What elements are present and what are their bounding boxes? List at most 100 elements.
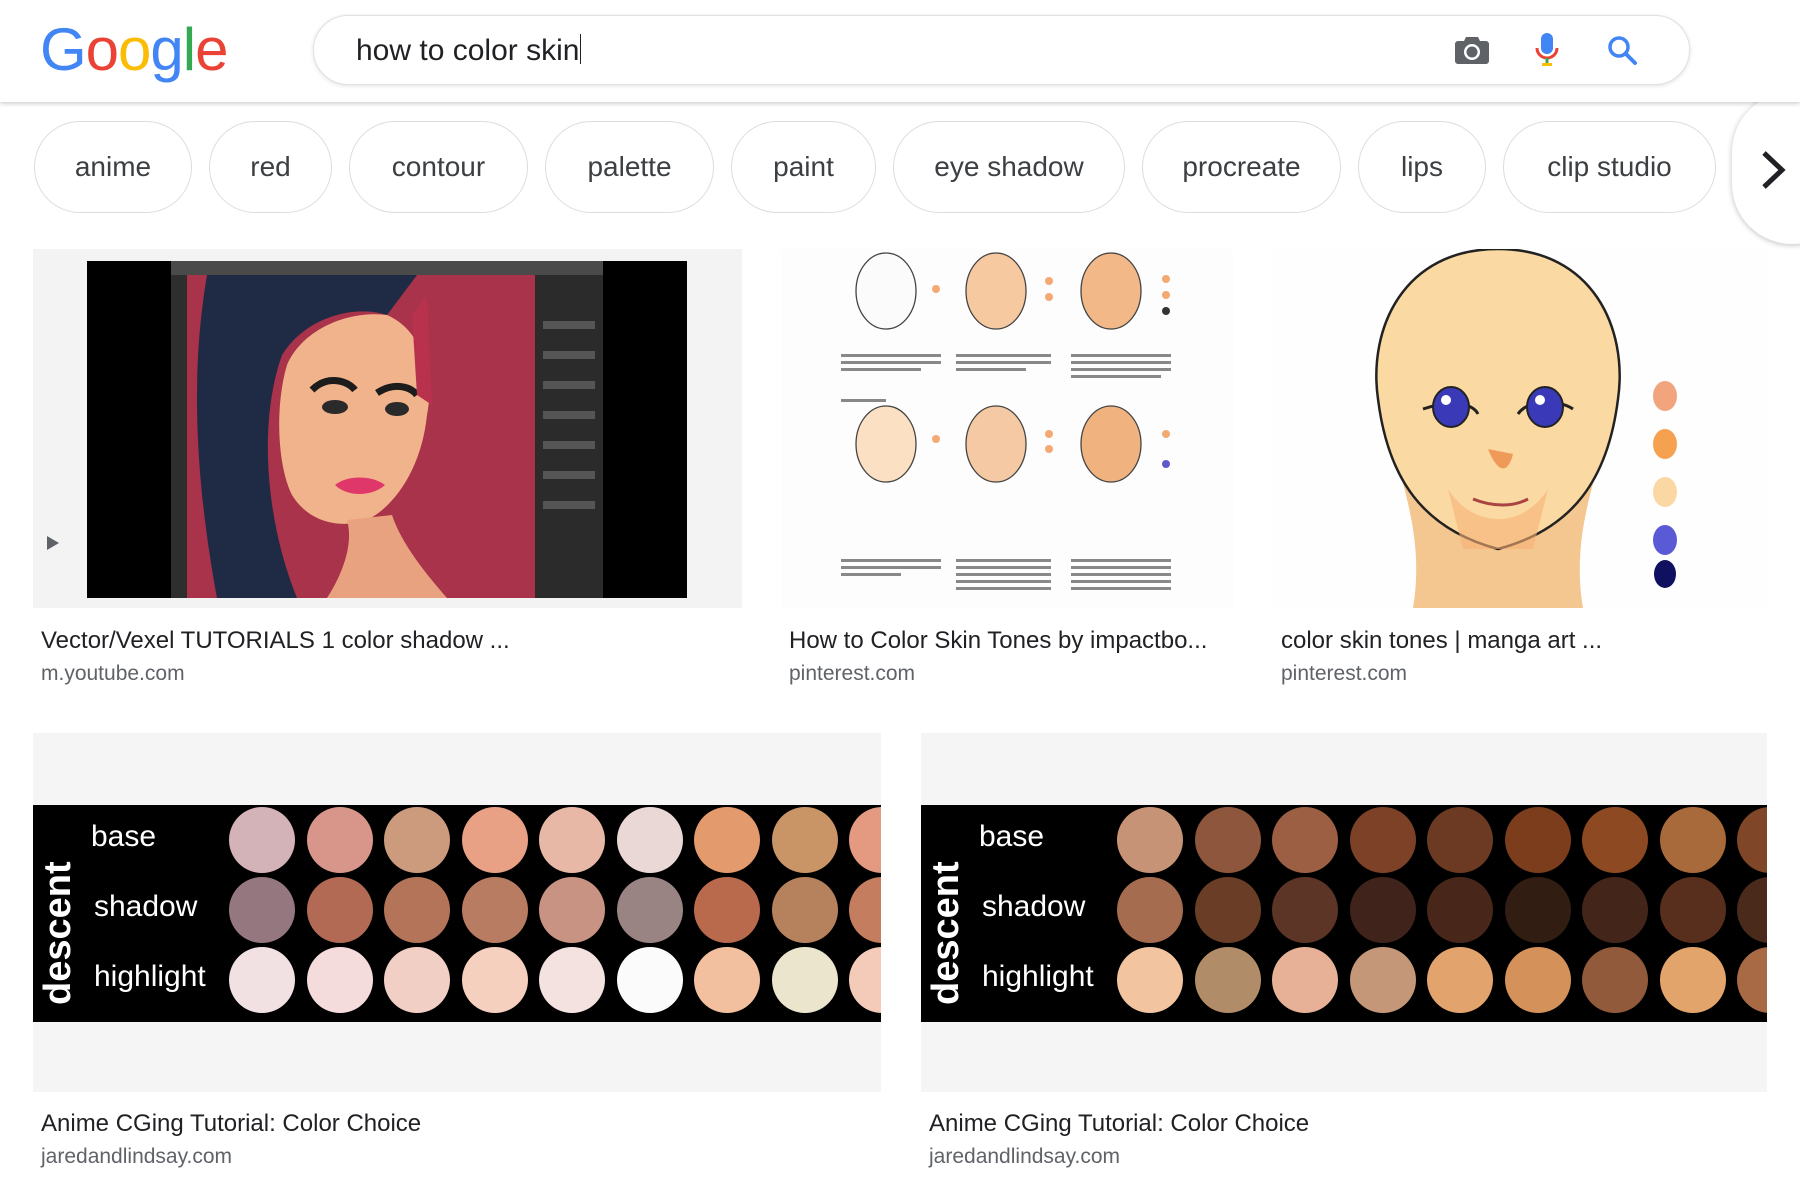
color-swatch [1117, 807, 1183, 873]
color-swatch [1737, 877, 1767, 943]
color-swatch [461, 807, 528, 873]
editor-toolbar [171, 275, 187, 598]
color-swatch [1194, 877, 1261, 943]
chip-label: lips [1400, 151, 1443, 182]
color-swatch [616, 947, 683, 1013]
color-swatch [1194, 947, 1261, 1013]
color-swatch [1427, 877, 1493, 943]
layer-row [543, 321, 595, 329]
color-swatch [384, 947, 450, 1013]
result-source-5[interactable]: jaredandlindsay.com [929, 1145, 1120, 1169]
color-swatch [1737, 807, 1767, 873]
result-title-5[interactable]: Anime CGing Tutorial: Color Choice [929, 1110, 1309, 1138]
color-swatch [1117, 947, 1183, 1013]
layer-row [543, 411, 595, 419]
logo-letter: o [85, 16, 119, 83]
color-swatch [1349, 947, 1416, 1013]
color-swatch [539, 807, 605, 873]
color-swatch [306, 947, 373, 1013]
color-swatch [849, 807, 881, 873]
result-source-2[interactable]: pinterest.com [789, 662, 915, 686]
color-swatch [694, 807, 760, 873]
chip-red[interactable]: red [209, 121, 332, 213]
related-search-chips: anime red contour palette paint eye shad… [0, 120, 1800, 220]
result-thumbnail-5[interactable]: descent base shadow highlight [921, 733, 1767, 1092]
color-swatch [1504, 877, 1571, 943]
text-caret [580, 34, 582, 64]
color-swatch [461, 947, 528, 1013]
color-swatch [1659, 807, 1726, 873]
video-frame [87, 261, 687, 598]
result-thumbnail-4[interactable]: descent base shadow highlight [33, 733, 881, 1092]
color-swatch [694, 947, 760, 1013]
chevron-right-icon [1762, 151, 1786, 189]
chip-label: clip studio [1547, 151, 1672, 182]
logo-letter: g [150, 16, 183, 83]
color-swatch [306, 807, 373, 873]
chip-label: eye shadow [934, 151, 1084, 182]
color-swatch [1272, 947, 1338, 1013]
result-title-2[interactable]: How to Color Skin Tones by impactbo... [789, 627, 1207, 655]
layer-row [543, 501, 595, 509]
chip-contour[interactable]: contour [349, 121, 528, 213]
result-source-4[interactable]: jaredandlindsay.com [41, 1145, 232, 1169]
result-title-4[interactable]: Anime CGing Tutorial: Color Choice [41, 1110, 421, 1138]
color-swatch [616, 807, 683, 873]
color-swatch [1272, 877, 1338, 943]
tutorial-sheet-image [781, 249, 1233, 608]
color-swatch [1582, 877, 1648, 943]
search-input[interactable]: how to color skin [356, 34, 582, 68]
camera-icon[interactable] [1452, 30, 1492, 70]
chip-label: contour [391, 151, 486, 182]
color-swatch [539, 947, 605, 1013]
result-thumbnail-2[interactable] [781, 249, 1233, 608]
microphone-icon[interactable] [1527, 30, 1567, 70]
chip-lips[interactable]: lips [1358, 121, 1486, 213]
layer-row [543, 471, 595, 479]
result-thumbnail-3[interactable] [1273, 249, 1767, 608]
search-icon[interactable] [1602, 30, 1642, 70]
color-swatch [849, 947, 881, 1013]
color-swatch [1427, 807, 1493, 873]
chip-paint[interactable]: paint [731, 121, 876, 213]
result-thumbnail-1[interactable] [33, 249, 742, 608]
chip-label: anime [74, 151, 152, 182]
chip-clip-studio[interactable]: clip studio [1503, 121, 1716, 213]
chip-anime[interactable]: anime [34, 121, 192, 213]
color-swatch [1504, 947, 1571, 1013]
palette-row-label-highlight: highlight [94, 960, 206, 993]
result-title-1[interactable]: Vector/Vexel TUTORIALS 1 color shadow ..… [41, 627, 510, 655]
chip-eye-shadow[interactable]: eye shadow [893, 121, 1125, 213]
layer-row [543, 351, 595, 359]
logo-letter: e [195, 16, 228, 83]
color-swatch [384, 807, 450, 873]
logo-letter: o [118, 16, 151, 83]
result-title-3[interactable]: color skin tones | manga art ... [1281, 627, 1602, 655]
result-source-3[interactable]: pinterest.com [1281, 662, 1407, 686]
chip-palette[interactable]: palette [545, 121, 714, 213]
color-swatch [1659, 947, 1726, 1013]
color-swatch [1349, 807, 1416, 873]
color-swatch [229, 877, 295, 943]
color-swatch [771, 807, 838, 873]
play-icon [47, 536, 59, 550]
search-box[interactable]: how to color skin [313, 15, 1690, 85]
color-swatch [1272, 807, 1338, 873]
color-swatch [1582, 807, 1648, 873]
chip-label: red [250, 151, 291, 182]
result-source-1[interactable]: m.youtube.com [41, 662, 185, 686]
palette-row-label-shadow: shadow [94, 890, 198, 923]
palette-side-label: descent [37, 861, 79, 1005]
palette-row-label-highlight: highlight [982, 960, 1094, 993]
color-swatch [1349, 877, 1416, 943]
color-swatch [1117, 877, 1183, 943]
chip-procreate[interactable]: procreate [1142, 121, 1341, 213]
color-swatch [771, 877, 838, 943]
color-swatch [229, 947, 295, 1013]
color-swatch [229, 807, 295, 873]
color-swatch [1659, 877, 1726, 943]
google-logo[interactable]: Google [40, 14, 229, 86]
color-swatch [1582, 947, 1648, 1013]
chips-next-button[interactable] [1732, 92, 1800, 244]
color-swatch [384, 877, 450, 943]
